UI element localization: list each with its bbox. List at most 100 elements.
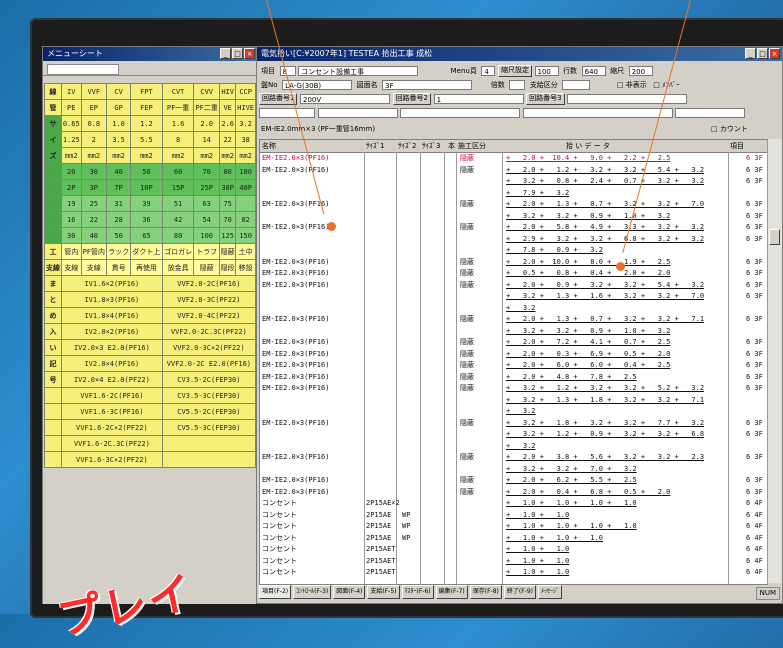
data-line[interactable]: + 3.2 bbox=[260, 407, 767, 416]
function-tab[interactable]: 図面(F-4) bbox=[333, 585, 366, 599]
size-cell[interactable]: 2.0 bbox=[193, 115, 220, 132]
preset-item[interactable]: IV2.0×3 E2.0(PF16) bbox=[61, 339, 163, 356]
preset-item[interactable]: VVF1.6-2C.3C(PF22) bbox=[61, 435, 163, 452]
preset-item[interactable]: VVF2.0-2C E2.0(PF16) bbox=[161, 355, 257, 372]
size-cell[interactable]: 1.6 bbox=[161, 115, 195, 132]
size-cell[interactable]: 20 bbox=[61, 163, 82, 180]
preset-item[interactable]: VVF2.0-2C.3C(PF22) bbox=[161, 323, 257, 340]
circuit3-button[interactable]: 回路番号3 bbox=[526, 93, 565, 105]
size-cell[interactable]: mm2 bbox=[80, 147, 108, 164]
size-cell[interactable]: 22 bbox=[218, 131, 237, 148]
work-cell[interactable]: 再使用 bbox=[130, 259, 163, 276]
data-line[interactable]: EM-IE2.0×3(PF16) 隠蔽 + 2.0 + 5.8 + 4.9 + 3.… bbox=[260, 223, 767, 232]
size-cell[interactable]: 3P bbox=[80, 179, 108, 196]
size-cell[interactable]: 30 bbox=[61, 227, 82, 244]
data-line[interactable]: EM-IE2.0×3(PF16) 隠蔽 + 3.2 + 1.2 + 3.2 + 3.… bbox=[260, 384, 767, 393]
size-cell[interactable]: mm2 bbox=[106, 147, 132, 164]
size-cell[interactable]: 14 bbox=[193, 131, 220, 148]
sub-cell[interactable]: VE bbox=[218, 99, 237, 116]
header-cell[interactable]: FPT bbox=[130, 83, 163, 100]
rows-field[interactable]: 640 bbox=[581, 66, 606, 76]
header-cell[interactable]: CVV bbox=[193, 83, 220, 100]
data-line[interactable]: + 7.8 + 0.9 + 3.2 bbox=[260, 246, 767, 255]
size-cell[interactable]: 51 bbox=[161, 195, 195, 212]
size-cell[interactable]: 70 bbox=[218, 211, 237, 228]
size-cell[interactable]: 39 bbox=[130, 195, 163, 212]
function-tab[interactable]: 編集(F-7) bbox=[435, 585, 468, 599]
size-cell[interactable]: 38 bbox=[235, 131, 256, 148]
sub-cell[interactable]: HIVE bbox=[235, 99, 256, 116]
size-cell[interactable]: 5.5 bbox=[130, 131, 163, 148]
data-line[interactable]: EM-IE2.0×3(PF16) 隠蔽 + 0.5 + 0.8 + 0.4 + 2.… bbox=[260, 269, 767, 278]
circuit2-field[interactable]: 1 bbox=[433, 94, 524, 104]
work-cell[interactable]: 土中 bbox=[235, 243, 256, 260]
header-cell[interactable]: CVT bbox=[161, 83, 195, 100]
preset-item[interactable]: IV2.0×4 E2.0(PF22) bbox=[61, 371, 163, 388]
size-cell[interactable]: 15P bbox=[161, 179, 195, 196]
sub-cell[interactable]: PE bbox=[61, 99, 82, 116]
size-cell[interactable]: 31 bbox=[106, 195, 132, 212]
dropdown-1[interactable] bbox=[259, 107, 315, 118]
dropdown-2[interactable] bbox=[317, 107, 398, 118]
size-cell[interactable]: 22 bbox=[80, 211, 108, 228]
sub-cell[interactable]: EP bbox=[80, 99, 108, 116]
size-cell[interactable]: 63 bbox=[193, 195, 220, 212]
header-cell[interactable]: CCP bbox=[235, 83, 256, 100]
size-cell[interactable]: 3.5 bbox=[106, 131, 132, 148]
minimize-icon[interactable]: _ bbox=[220, 48, 231, 59]
work-cell[interactable]: ダクト上 bbox=[130, 243, 163, 260]
preset-item[interactable] bbox=[161, 451, 257, 468]
work-cell[interactable]: ゴロガレ bbox=[161, 243, 195, 260]
header-cell[interactable]: HIV bbox=[218, 83, 237, 100]
size-cell[interactable]: mm2 bbox=[161, 147, 195, 164]
data-line[interactable]: コンセント 2P15AE WP + 1.0 + 1.0 + 1.0 6 4F bbox=[260, 534, 767, 543]
circuit2-button[interactable]: 回路番号2 bbox=[392, 93, 432, 105]
size-cell[interactable]: 2P bbox=[61, 179, 82, 196]
preset-item[interactable]: IV1.8×3(PF16) bbox=[61, 291, 163, 308]
size-cell[interactable]: 82 bbox=[235, 211, 256, 228]
item-number-field[interactable]: 8 bbox=[279, 66, 296, 76]
size-cell[interactable]: 36 bbox=[130, 211, 163, 228]
size-cell[interactable]: mm2 bbox=[193, 147, 220, 164]
preset-item[interactable] bbox=[161, 435, 257, 452]
data-line[interactable]: EM-IE2.0×3(PF16) 隠蔽 + 2.0 + 0.9 + 3.2 + 3.… bbox=[260, 281, 767, 290]
menu-page-field[interactable]: 4 bbox=[481, 66, 496, 76]
data-line[interactable]: EM-IE2.0×3(PF16) 隠蔽 + 2.0 + 1.3 + 0.7 + 3.… bbox=[260, 200, 767, 209]
size-cell[interactable]: 0.65 bbox=[61, 115, 82, 132]
data-line[interactable]: EM-IE2.0×3(PF16) 隠蔽 + 3.2 + 1.8 + 3.2 + 3.… bbox=[260, 419, 767, 428]
preset-item[interactable]: VVF1.6-3C×2(PF22) bbox=[61, 451, 163, 468]
menu-sheet-field[interactable] bbox=[47, 64, 119, 75]
size-cell[interactable]: 1.25 bbox=[61, 131, 82, 148]
preset-item[interactable]: VVF2.0-3C×2(PF22) bbox=[161, 339, 257, 356]
drawing-name-field[interactable]: 3F bbox=[382, 80, 473, 90]
data-line[interactable]: コンセント 2P15AE×2 + 1.0 + 1.0 + 1.0 + 1.0 6 4F bbox=[260, 499, 767, 508]
preset-item[interactable]: CV5.5-3C(FEP30) bbox=[161, 419, 257, 436]
data-line[interactable]: コンセント 2P15AET + 1.0 + 1.0 6 4F bbox=[260, 557, 767, 566]
work-cell[interactable]: 支線 bbox=[61, 259, 82, 276]
size-cell[interactable]: 75 bbox=[218, 195, 237, 212]
size-cell[interactable]: 125 bbox=[218, 227, 237, 244]
dropdown-3[interactable] bbox=[400, 107, 521, 118]
size-cell[interactable]: 50 bbox=[106, 227, 132, 244]
maximize-icon[interactable]: □ bbox=[232, 48, 243, 59]
function-tab[interactable]: 保存(F-8) bbox=[469, 585, 502, 599]
preset-item[interactable]: IV1.6×2(PF16) bbox=[61, 275, 163, 292]
function-tab[interactable]: ｺﾝﾄﾛｰﾙ(F-3) bbox=[293, 585, 332, 599]
sub-cell[interactable]: FEP bbox=[130, 99, 163, 116]
sub-cell[interactable]: PF二重 bbox=[193, 99, 220, 116]
size-cell[interactable]: 54 bbox=[193, 211, 220, 228]
supply-kbn-field[interactable] bbox=[562, 80, 591, 90]
data-line[interactable]: + 3.2 + 1.3 + 1.8 + 3.2 + 3.2 + 7.1 bbox=[260, 396, 767, 405]
size-cell[interactable]: mm2 bbox=[61, 147, 82, 164]
size-cell[interactable]: 7P bbox=[106, 179, 132, 196]
preset-item[interactable]: VVF2.0-2C(PF16) bbox=[161, 275, 257, 292]
size-cell[interactable]: 19 bbox=[61, 195, 82, 212]
size-cell[interactable]: 100 bbox=[235, 163, 256, 180]
close-icon[interactable]: × bbox=[244, 48, 255, 59]
size-cell[interactable]: 1.0 bbox=[106, 115, 132, 132]
hide-checkbox-label[interactable]: □ 非表示 bbox=[617, 79, 647, 91]
shrink-field[interactable]: 200 bbox=[628, 66, 653, 76]
size-cell[interactable]: mm2 bbox=[130, 147, 163, 164]
data-line[interactable]: EM-IE2.0×3(PF16) 隠蔽 + 2.0 + 0.3 + 6.9 + 0.… bbox=[260, 350, 767, 359]
function-tab[interactable]: ﾏｽﾀｰ(F-6) bbox=[401, 585, 434, 599]
